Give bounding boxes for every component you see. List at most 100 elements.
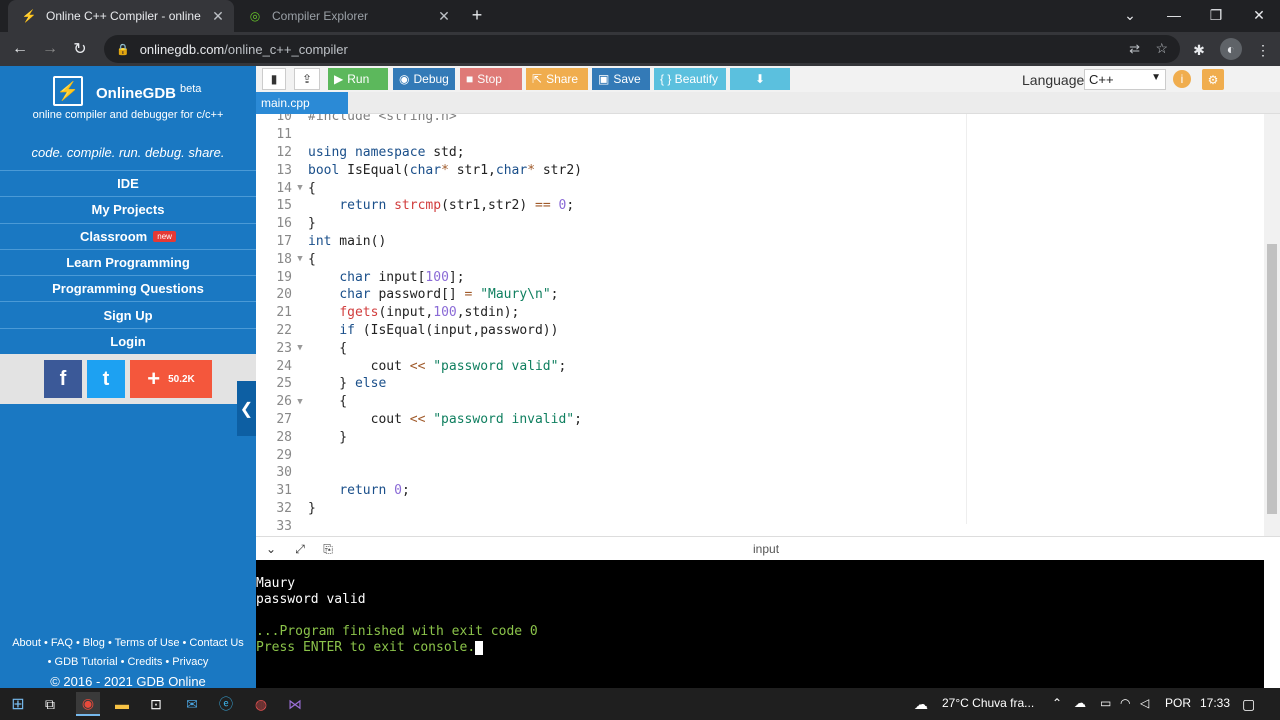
line-number: 28 — [276, 429, 292, 445]
weather-text[interactable]: 27°C Chuva fra... — [942, 696, 1034, 710]
tab-compiler-explorer[interactable]: ◎ Compiler Explorer ✕ — [234, 0, 460, 32]
forward-button[interactable]: → — [38, 37, 62, 61]
windows-start-icon[interactable]: ⊞ — [6, 692, 30, 716]
line-number: 14 — [276, 180, 292, 196]
chevron-left-icon: ❮ — [239, 400, 254, 418]
sidebar-item-classroom[interactable]: Classroom new — [0, 222, 256, 249]
chrome-taskbar-icon[interactable]: ◉ — [76, 692, 100, 716]
brand-header[interactable]: ⚡ OnlineGDB beta online compiler and debu… — [0, 66, 256, 132]
visual-studio-icon[interactable]: ⋈ — [283, 692, 307, 716]
tab-title: Compiler Explorer — [272, 9, 369, 23]
share-icon: ⇱ — [532, 72, 543, 86]
store-icon[interactable]: ⊡ — [144, 692, 168, 716]
line-number: 26 — [276, 394, 292, 410]
profile-avatar[interactable]: ◐ — [1220, 38, 1242, 60]
fold-arrow-icon[interactable]: ▼ — [292, 397, 308, 407]
star-icon[interactable]: ☆ — [1155, 40, 1168, 57]
file-explorer-icon[interactable]: ▬ — [110, 692, 134, 716]
footer-links[interactable]: About • FAQ • Blog • Terms of Use • Cont… — [0, 634, 256, 653]
menu-icon[interactable]: ⋮ — [1254, 41, 1272, 59]
clock[interactable]: 17:33 — [1200, 696, 1230, 710]
extensions-icon[interactable]: ✱ — [1190, 41, 1208, 59]
sidebar-item-ide[interactable]: IDE — [0, 170, 256, 196]
sidebar: ⚡ OnlineGDB beta online compiler and debu… — [0, 66, 256, 689]
addthis-share-button[interactable]: +50.2K — [130, 360, 212, 398]
translate-icon[interactable]: ⇄ — [1129, 41, 1140, 57]
restore-button[interactable]: ❐ — [1194, 0, 1238, 30]
code-line: 15 return strcmp(str1,str2) == 0; — [256, 197, 1264, 215]
console-line: Maury — [256, 576, 296, 591]
minimize-button[interactable]: — — [1152, 0, 1196, 30]
app-icon[interactable]: ◍ — [249, 692, 273, 716]
twitter-button[interactable]: t — [87, 360, 125, 398]
settings-gear-icon[interactable]: ⚙ — [1202, 69, 1224, 90]
fold-arrow-icon[interactable]: ▼ — [292, 183, 308, 193]
tab-onlinegdb[interactable]: ⚡ Online C++ Compiler - online ed ✕ — [8, 0, 234, 32]
edge-icon[interactable]: ⓔ — [214, 692, 238, 716]
line-number: 29 — [276, 447, 292, 463]
close-window-button[interactable]: ✕ — [1237, 0, 1280, 30]
close-tab-icon[interactable]: ✕ — [436, 8, 452, 24]
fold-arrow-icon[interactable]: ▼ — [292, 254, 308, 264]
language-select[interactable]: C++ ▼ — [1084, 69, 1166, 90]
code-line: 28 } — [256, 428, 1264, 446]
address-bar[interactable]: 🔒 onlinegdb.com /online_c++_compiler ⇄ ☆ — [104, 35, 1180, 63]
tab-search-icon[interactable]: ⌄ — [1108, 0, 1152, 30]
line-number: 24 — [276, 358, 292, 374]
notifications-icon[interactable]: ▢ — [1242, 696, 1255, 713]
code-line: 10 #include <string.h> — [256, 114, 1264, 126]
chevron-down-icon[interactable]: ⌄ — [264, 542, 278, 556]
console-output[interactable]: Maury password valid ...Program finished w… — [256, 560, 1264, 688]
run-button[interactable]: ▶ Run — [328, 68, 388, 90]
sidebar-item-programming-questions[interactable]: Programming Questions — [0, 275, 256, 301]
sidebar-item-login[interactable]: Login — [0, 327, 256, 354]
upload-button[interactable]: ⇪ — [294, 68, 320, 90]
expand-icon[interactable]: ⤢ — [293, 542, 307, 556]
new-tab-button[interactable]: + — [466, 4, 488, 26]
footer-links-2[interactable]: • GDB Tutorial • Credits • Privacy — [0, 653, 256, 672]
chevron-up-icon[interactable]: ⌃ — [1052, 696, 1062, 710]
url-host: onlinegdb.com — [139, 41, 225, 57]
tab-title: Online C++ Compiler - online ed — [46, 9, 202, 23]
debug-button[interactable]: ◉ Debug — [393, 68, 455, 90]
sidebar-item-learn-programming[interactable]: Learn Programming — [0, 248, 256, 275]
wifi-icon[interactable]: ◠ — [1120, 696, 1130, 710]
reload-button[interactable]: ↻ — [68, 37, 92, 61]
collapse-sidebar-button[interactable]: ❮ — [237, 381, 256, 436]
mail-icon[interactable]: ✉ — [180, 692, 204, 716]
download-button[interactable]: ⬇ — [730, 68, 790, 90]
code-text: if (IsEqual(input,password)) — [339, 322, 559, 338]
info-icon[interactable]: i — [1173, 70, 1191, 88]
code-line: 13 bool IsEqual(char* str1,char* str2) — [256, 161, 1264, 179]
facebook-button[interactable]: f — [44, 360, 82, 398]
save-button[interactable]: ▣ Save — [592, 68, 650, 90]
line-number: 18 — [276, 251, 292, 267]
network-icon[interactable]: ▭ — [1100, 696, 1111, 710]
sidebar-item-my-projects[interactable]: My Projects — [0, 196, 256, 222]
code-text: { — [308, 251, 316, 267]
volume-icon[interactable]: ◁ — [1140, 696, 1149, 710]
code-line: 17 int main() — [256, 233, 1264, 251]
code-text: fgets(input,100,stdin); — [339, 305, 520, 321]
code-text: using namespace std; — [308, 144, 465, 160]
share-count: 50.2K — [168, 373, 195, 385]
weather-icon[interactable]: ☁ — [914, 696, 928, 713]
compiler-explorer-icon: ◎ — [249, 9, 261, 23]
bolt-icon: ⚡ — [21, 9, 37, 23]
share-button[interactable]: ⇱ Share — [526, 68, 588, 90]
clear-console-icon[interactable]: ⎘ — [321, 542, 335, 556]
close-tab-icon[interactable]: ✕ — [210, 8, 226, 24]
editor-scroll-thumb[interactable] — [1267, 244, 1277, 514]
task-view-icon[interactable]: ⧉ — [38, 692, 62, 716]
back-button[interactable]: ← — [8, 37, 32, 61]
beautify-button[interactable]: { } Beautify — [654, 68, 726, 90]
file-tab-main-cpp[interactable]: main.cpp — [256, 92, 348, 114]
cloud-icon[interactable]: ☁ — [1074, 696, 1086, 710]
new-file-button[interactable]: ▮ — [262, 68, 286, 90]
sidebar-item-sign-up[interactable]: Sign Up — [0, 301, 256, 327]
input-language[interactable]: POR — [1165, 696, 1191, 710]
stop-button[interactable]: ■ Stop — [460, 68, 522, 90]
code-editor[interactable]: 10 #include <string.h> 11 12 using namespace… — [256, 114, 1264, 536]
code-text: } — [308, 429, 348, 445]
fold-arrow-icon[interactable]: ▼ — [292, 343, 308, 353]
